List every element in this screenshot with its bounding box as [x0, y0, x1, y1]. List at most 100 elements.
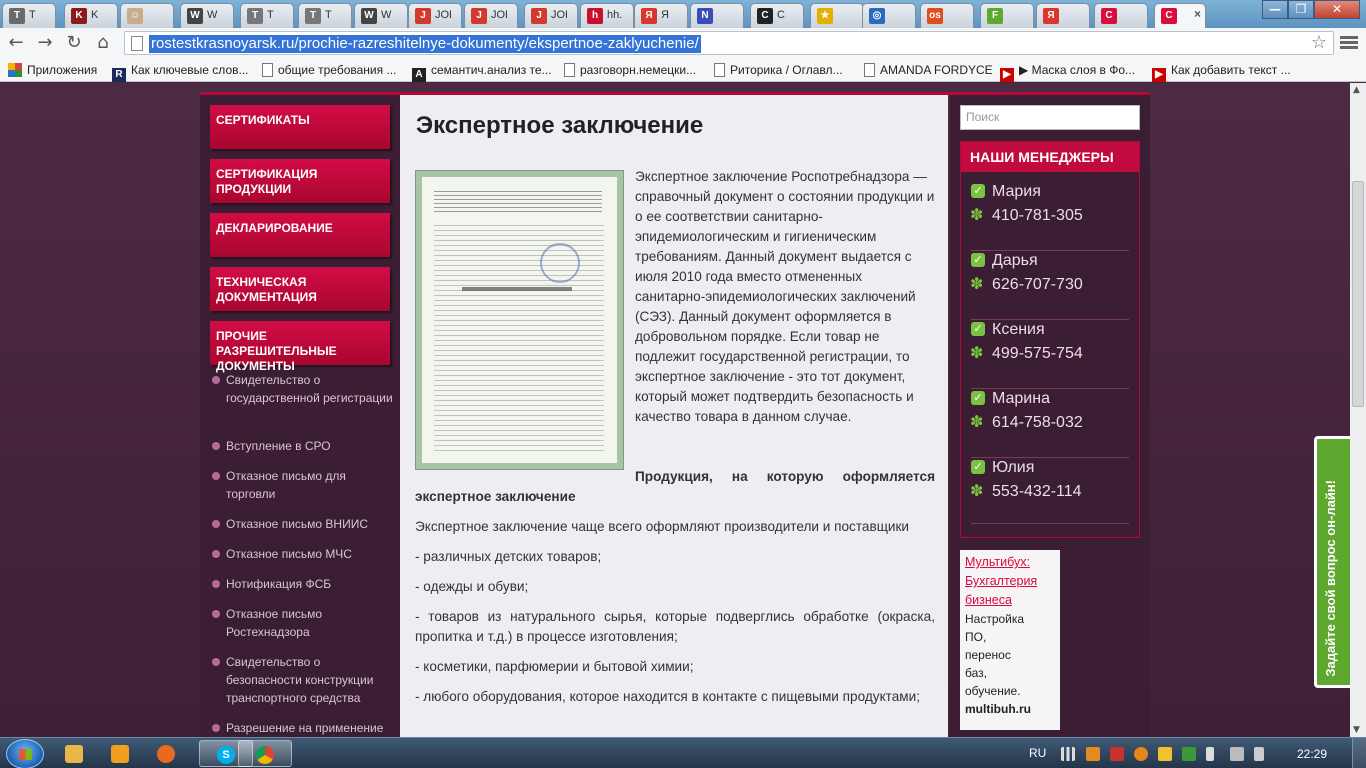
search-input[interactable]: Поиск: [960, 105, 1140, 130]
submenu-link[interactable]: Отказное письмо ВНИИС: [212, 515, 396, 533]
check-icon: ✓: [971, 322, 985, 336]
browser-tab[interactable]: ☺: [120, 3, 174, 28]
category-button[interactable]: ПРОЧИЕ РАЗРЕШИТЕЛЬНЫЕ ДОКУМЕНТЫ: [210, 321, 390, 373]
products-list-item: - любого оборудования, которое находится…: [415, 689, 921, 704]
url-text[interactable]: rostestkrasnoyarsk.ru/prochie-razreshite…: [149, 35, 701, 53]
browser-tab[interactable]: os: [920, 3, 974, 28]
browser-tab[interactable]: ★: [810, 3, 864, 28]
scroll-up-icon[interactable]: ▲: [1353, 85, 1360, 95]
phone-flower-icon: ✽: [970, 205, 984, 224]
tray-app-icon[interactable]: [1086, 747, 1100, 761]
action-center-icon[interactable]: [1230, 747, 1244, 761]
tab-title: JOB: [435, 9, 451, 21]
close-window-button[interactable]: ✕: [1314, 0, 1360, 19]
clock[interactable]: 22:29: [1297, 747, 1327, 761]
browser-tab[interactable]: ◎: [862, 3, 916, 28]
reload-icon[interactable]: ↻: [63, 32, 85, 54]
products-list-item: - косметики, парфюмерии и бытовой химии;: [415, 659, 694, 674]
bookmark-item[interactable]: Приложения: [8, 62, 97, 78]
ad-link[interactable]: Мультибух: Бухгалтерия бизнеса: [965, 553, 1055, 610]
home-icon[interactable]: ⌂: [92, 32, 114, 54]
back-icon[interactable]: ←: [5, 32, 27, 54]
submenu-link[interactable]: Свидетельство о государственной регистра…: [212, 371, 396, 407]
manager-phone[interactable]: 410-781-305: [992, 206, 1083, 226]
ad-brand[interactable]: multibuh.ru: [965, 700, 1031, 718]
drive-icon[interactable]: [1182, 747, 1196, 761]
browser-tab[interactable]: F: [980, 3, 1034, 28]
browser-tab[interactable]: KK: [64, 3, 118, 28]
browser-tab[interactable]: ЯЯ: [634, 3, 688, 28]
signal-icon[interactable]: [1061, 747, 1075, 761]
close-tab-icon[interactable]: ×: [1194, 7, 1201, 21]
browser-tab[interactable]: J JOB: [524, 3, 578, 28]
browser-tab[interactable]: h hh.: [580, 3, 634, 28]
bookmark-item[interactable]: общие требования ...: [262, 62, 396, 78]
submenu-link[interactable]: Отказное письмо Ростехнадзора: [212, 605, 396, 641]
taskbar-app-button[interactable]: [238, 740, 292, 767]
taskbar-app-button[interactable]: [100, 740, 140, 767]
manager-phone[interactable]: 553-432-114: [992, 482, 1082, 502]
category-button[interactable]: СЕРТИФИКАЦИЯ ПРОДУКЦИИ: [210, 159, 390, 203]
tab-favicon-icon: C: [1101, 8, 1117, 24]
tray-app-icon[interactable]: [1158, 747, 1172, 761]
browser-tab[interactable]: N: [690, 3, 744, 28]
start-button[interactable]: [6, 739, 44, 768]
bookmark-item[interactable]: ▶ Как добавить текст ...: [1152, 62, 1291, 82]
submenu-link[interactable]: Свидетельство о безопасности конструкции…: [212, 653, 396, 707]
bookmark-item[interactable]: R Как ключевые слов...: [112, 62, 249, 82]
minimize-button[interactable]: —: [1262, 0, 1288, 19]
submenu-link[interactable]: Отказное письмо для торговли: [212, 467, 396, 503]
browser-tab[interactable]: C ×: [1154, 3, 1206, 29]
browser-tab[interactable]: TТ: [2, 3, 56, 28]
browser-tab[interactable]: CC: [750, 3, 804, 28]
submenu-link[interactable]: Разрешение на применение: [212, 719, 396, 737]
chrome-menu-icon[interactable]: [1340, 34, 1358, 52]
maximize-button[interactable]: ❐: [1288, 0, 1314, 19]
tab-favicon-icon: Я: [641, 8, 657, 24]
manager-phone[interactable]: 499-575-754: [992, 344, 1083, 364]
browser-tab[interactable]: WW: [354, 3, 408, 28]
scrollbar-thumb[interactable]: [1352, 181, 1364, 407]
forward-icon[interactable]: →: [34, 32, 56, 54]
submenu-link[interactable]: Отказное письмо МЧС: [212, 545, 396, 563]
tab-title: K: [91, 9, 99, 21]
submenu-link[interactable]: Вступление в СРО: [212, 437, 396, 455]
category-button[interactable]: СЕРТИФИКАТЫ: [210, 105, 390, 149]
browser-tab[interactable]: C: [1094, 3, 1148, 28]
chat-tab[interactable]: Задайте свой вопрос он-лайн!: [1314, 436, 1350, 688]
browser-tab[interactable]: WW: [180, 3, 234, 28]
browser-tab[interactable]: TT: [240, 3, 294, 28]
network-icon[interactable]: [1110, 747, 1124, 761]
bookmark-star-icon[interactable]: ☆: [1311, 33, 1327, 53]
manager-phone[interactable]: 614-758-032: [992, 413, 1083, 433]
manager-entry: ✓ Марина ✽ 614-758-032: [970, 389, 1129, 458]
taskbar-app-button[interactable]: [54, 740, 94, 767]
bookmark-item[interactable]: Aсемантич.анализ те...: [412, 62, 552, 82]
tray-app-icon[interactable]: [1134, 747, 1148, 761]
battery-icon[interactable]: [1206, 747, 1214, 761]
page-icon: [564, 63, 575, 77]
bookmark-item[interactable]: AMANDA FORDYCE: [864, 62, 993, 78]
taskbar-app-button[interactable]: [146, 740, 186, 767]
scroll-down-icon[interactable]: ▼: [1353, 725, 1360, 735]
language-indicator[interactable]: RU: [1029, 746, 1046, 760]
bookmark-item[interactable]: Риторика / Оглавл...: [714, 62, 843, 78]
browser-tab[interactable]: J JOB: [464, 3, 518, 28]
bookmark-item[interactable]: ▶ ▶ Маска слоя в Фо...: [1000, 62, 1135, 82]
bookmark-item[interactable]: разговорн.немецки...: [564, 62, 696, 78]
tab-title: JOB: [491, 9, 507, 21]
browser-tab[interactable]: Я: [1036, 3, 1090, 28]
browser-tab[interactable]: TT: [298, 3, 352, 28]
category-button[interactable]: ДЕКЛАРИРОВАНИЕ: [210, 213, 390, 257]
manager-phone[interactable]: 626-707-730: [992, 275, 1083, 295]
category-button[interactable]: ТЕХНИЧЕСКАЯ ДОКУМЕНТАЦИЯ: [210, 267, 390, 311]
address-bar[interactable]: rostestkrasnoyarsk.ru/prochie-razreshite…: [124, 31, 1334, 55]
page-scrollbar[interactable]: ▲ ▼: [1350, 83, 1366, 737]
show-desktop-button[interactable]: [1352, 738, 1366, 768]
tab-title: T: [325, 9, 332, 21]
tab-title: C: [777, 9, 785, 21]
browser-toolbar: ← → ↻ ⌂ rostestkrasnoyarsk.ru/prochie-ra…: [0, 28, 1366, 58]
submenu-link[interactable]: Нотификация ФСБ: [212, 575, 396, 593]
browser-tab[interactable]: J JOB: [408, 3, 462, 28]
volume-icon[interactable]: [1254, 747, 1264, 761]
